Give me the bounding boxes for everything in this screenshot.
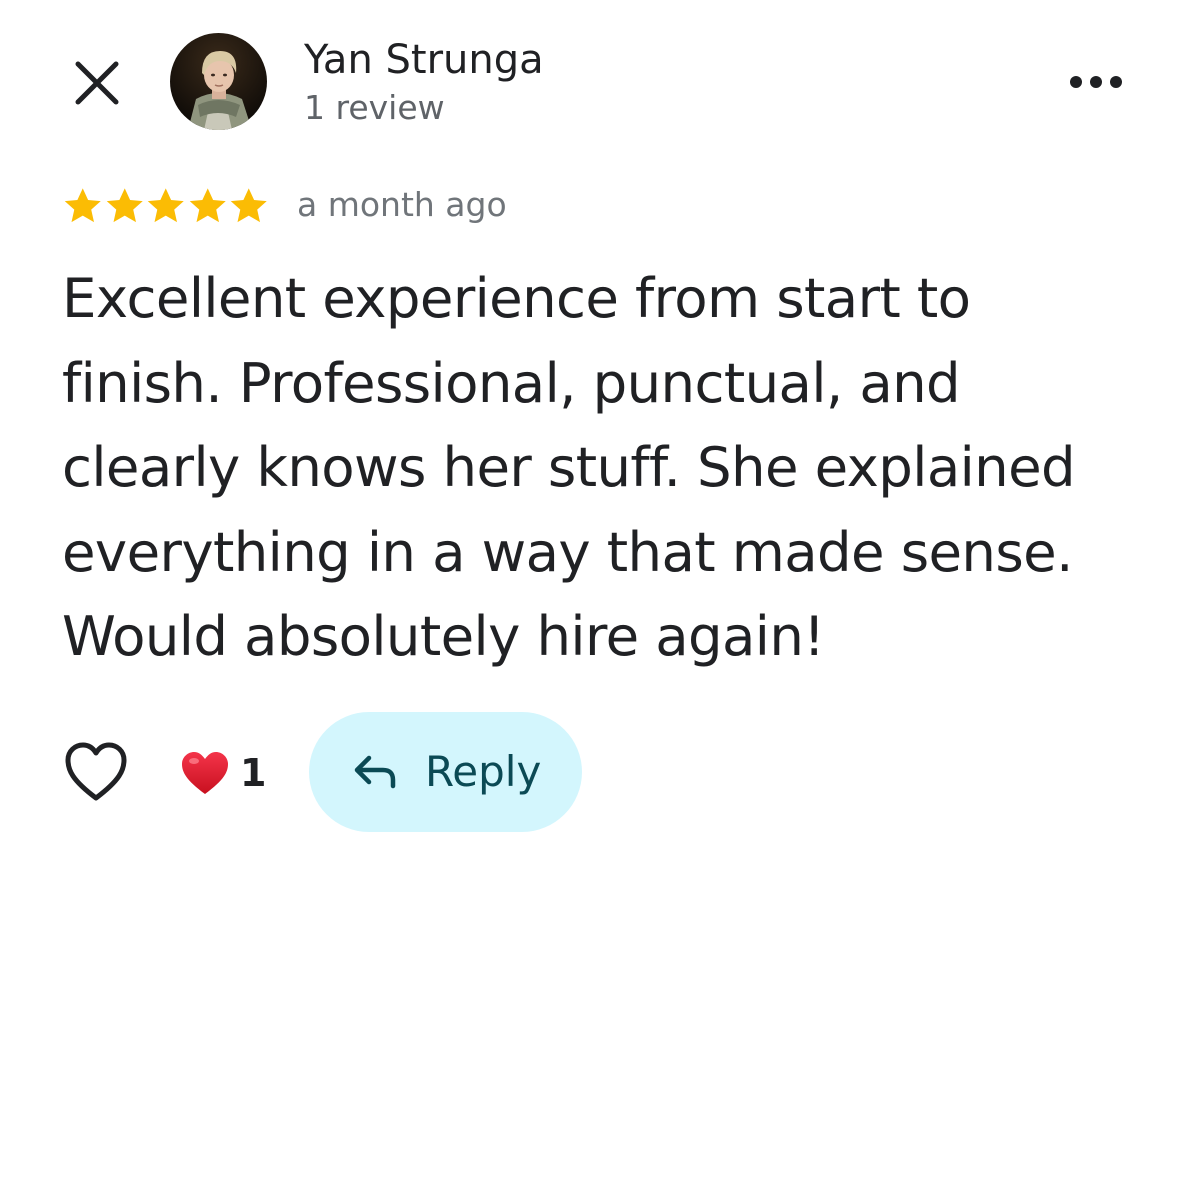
star-icon bbox=[106, 188, 143, 223]
more-horizontal-icon bbox=[1070, 76, 1122, 88]
review-dialog: Yan Strunga 1 review a month ago Excelle… bbox=[0, 0, 1191, 1203]
more-options-button[interactable] bbox=[1064, 62, 1128, 102]
star-icon bbox=[147, 188, 184, 223]
avatar[interactable] bbox=[170, 33, 267, 130]
like-button[interactable] bbox=[62, 740, 130, 804]
star-icon bbox=[230, 188, 267, 223]
star-rating bbox=[62, 184, 270, 228]
reviewer-review-count: 1 review bbox=[304, 88, 445, 127]
reply-button[interactable]: Reply bbox=[309, 712, 582, 832]
reply-arrow-icon bbox=[354, 755, 396, 789]
close-button[interactable] bbox=[70, 56, 124, 110]
profile-photo bbox=[170, 33, 267, 130]
reaction-summary[interactable]: 1 bbox=[180, 748, 266, 798]
star-icon bbox=[64, 188, 101, 223]
red-heart-emoji bbox=[182, 752, 228, 794]
reply-label: Reply bbox=[425, 747, 542, 796]
review-time: a month ago bbox=[297, 185, 507, 224]
review-text: Excellent experience from start to finis… bbox=[62, 266, 1076, 668]
star-icon bbox=[189, 188, 226, 223]
reaction-count: 1 bbox=[240, 751, 267, 795]
reviewer-name[interactable]: Yan Strunga bbox=[304, 36, 544, 84]
heart-outline-icon bbox=[65, 742, 127, 801]
close-icon bbox=[75, 61, 119, 105]
